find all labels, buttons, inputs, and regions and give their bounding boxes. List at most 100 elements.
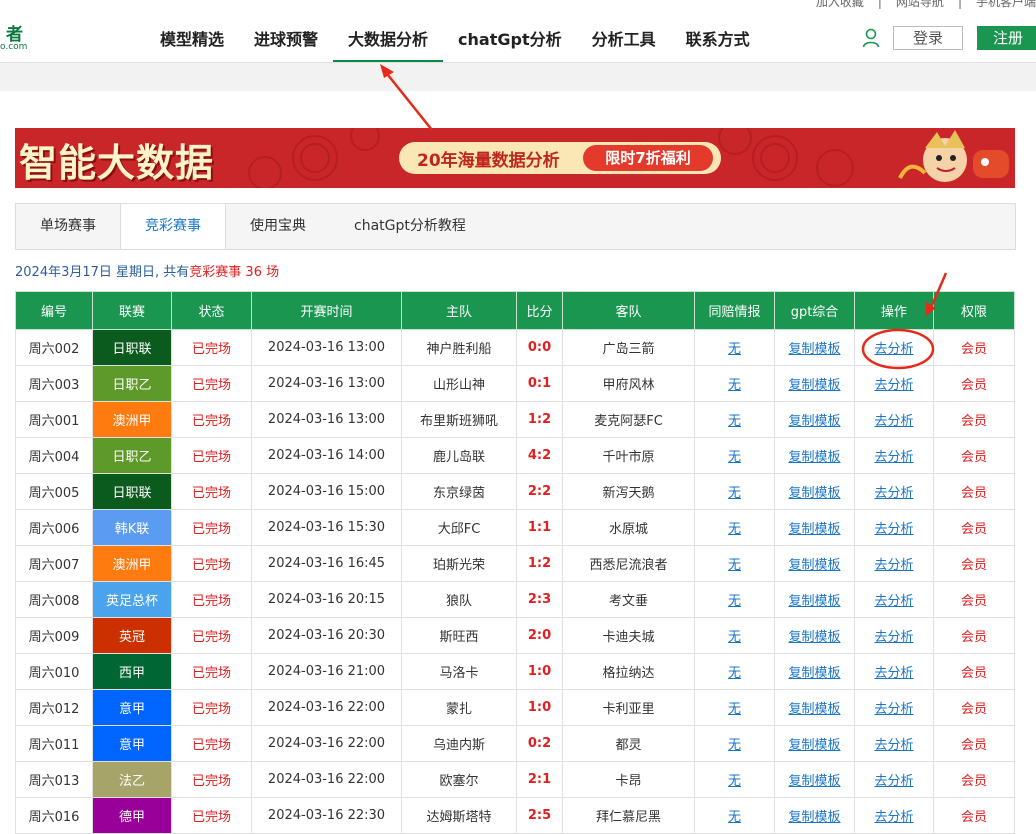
match-id: 周六011 (15, 725, 93, 762)
nav-item-4[interactable]: 分析工具 (577, 18, 671, 62)
analyze-link[interactable]: 去分析 (874, 810, 913, 825)
copy-template-link[interactable]: 复制模板 (788, 666, 840, 681)
top-link-mobile[interactable]: 手机客户端 (976, 0, 1036, 10)
analyze-link[interactable]: 去分析 (874, 342, 913, 357)
odds-link-cell: 无 (694, 761, 775, 798)
nav-item-1[interactable]: 进球预警 (239, 18, 333, 62)
site-logo[interactable]: 者 o.com (0, 20, 28, 52)
analyze-link[interactable]: 去分析 (874, 522, 913, 537)
table-row: 周六008 英足总杯 已完场 2024-03-16 20:15 狼队 2:3 考文垂 无 复制模… (15, 581, 1015, 618)
permission-cell: 会员 (933, 401, 1015, 438)
odds-link-cell: 无 (694, 617, 775, 654)
column-header: 客队 (562, 291, 695, 330)
analyze-link[interactable]: 去分析 (874, 558, 913, 573)
tab-1[interactable]: 竞彩赛事 (120, 204, 226, 249)
analyze-link[interactable]: 去分析 (874, 738, 913, 753)
analyze-link[interactable]: 去分析 (874, 450, 913, 465)
analyze-link[interactable]: 去分析 (874, 414, 913, 429)
table-row: 周六002 日职联 已完场 2024-03-16 13:00 神户胜利船 0:0 广岛三箭 无… (15, 329, 1015, 366)
odds-link[interactable]: 无 (728, 774, 741, 789)
odds-link-cell: 无 (694, 509, 775, 546)
register-button[interactable]: 注册 (977, 26, 1036, 50)
analyze-link[interactable]: 去分析 (874, 594, 913, 609)
league-cell: 意甲 (92, 689, 172, 726)
date-summary-text: 2024年3月17日 星期日, 共有 (15, 265, 190, 280)
odds-link[interactable]: 无 (728, 702, 741, 717)
copy-template-link-cell: 复制模板 (774, 365, 855, 402)
odds-link[interactable]: 无 (728, 450, 741, 465)
odds-link[interactable]: 无 (728, 378, 741, 393)
odds-link-cell: 无 (694, 473, 775, 510)
tab-3[interactable]: chatGpt分析教程 (330, 204, 490, 249)
odds-link-cell: 无 (694, 581, 775, 618)
table-row: 周六001 澳洲甲 已完场 2024-03-16 13:00 布里斯班狮吼 1:2 麦克阿瑟… (15, 401, 1015, 438)
analyze-link[interactable]: 去分析 (874, 702, 913, 717)
away-team: 新泻天鹅 (562, 473, 695, 510)
nav-item-3[interactable]: chatGpt分析 (443, 18, 577, 62)
copy-template-link[interactable]: 复制模板 (788, 378, 840, 393)
top-bar: 加入收藏 | 网站导航 | 手机客户端 者 o.com 模型精选 进球预警 大数据分… (0, 0, 1036, 63)
copy-template-link[interactable]: 复制模板 (788, 414, 840, 429)
copy-template-link[interactable]: 复制模板 (788, 486, 840, 501)
odds-link[interactable]: 无 (728, 558, 741, 573)
copy-template-link-cell: 复制模板 (774, 473, 855, 510)
odds-link-cell: 无 (694, 437, 775, 474)
date-summary-count: 竞彩赛事 36 场 (189, 265, 280, 280)
top-link-favorite[interactable]: 加入收藏 (816, 0, 864, 10)
analyze-link[interactable]: 去分析 (874, 774, 913, 789)
odds-link[interactable]: 无 (728, 810, 741, 825)
copy-template-link[interactable]: 复制模板 (788, 450, 840, 465)
nav-item-5[interactable]: 联系方式 (671, 18, 765, 62)
match-id: 周六003 (15, 365, 93, 402)
promo-banner[interactable]: 智能大数据 20年海量数据分析 限时7折福利 (15, 128, 1015, 188)
odds-link[interactable]: 无 (728, 594, 741, 609)
odds-link[interactable]: 无 (728, 342, 741, 357)
away-team: 西悉尼流浪者 (562, 545, 695, 582)
permission-cell: 会员 (933, 617, 1015, 654)
odds-link[interactable]: 无 (728, 522, 741, 537)
odds-link[interactable]: 无 (728, 666, 741, 681)
analyze-link-cell: 去分析 (854, 401, 934, 438)
home-team: 布里斯班狮吼 (401, 401, 517, 438)
odds-link[interactable]: 无 (728, 738, 741, 753)
tab-2[interactable]: 使用宝典 (226, 204, 330, 249)
permission-cell: 会员 (933, 761, 1015, 798)
status-cell: 已完场 (171, 761, 252, 798)
analyze-link-cell: 去分析 (854, 437, 934, 474)
logo-domain: o.com (0, 42, 28, 52)
copy-template-link-cell: 复制模板 (774, 653, 855, 690)
odds-link[interactable]: 无 (728, 414, 741, 429)
copy-template-link[interactable]: 复制模板 (788, 342, 840, 357)
login-button[interactable]: 登录 (893, 26, 963, 50)
analyze-link[interactable]: 去分析 (874, 630, 913, 645)
copy-template-link[interactable]: 复制模板 (788, 558, 840, 573)
banner-pill-offer: 限时7折福利 (583, 145, 713, 171)
nav-item-2[interactable]: 大数据分析 (333, 18, 444, 62)
match-id: 周六001 (15, 401, 93, 438)
tab-0[interactable]: 单场赛事 (16, 204, 120, 249)
permission-cell: 会员 (933, 725, 1015, 762)
analyze-link[interactable]: 去分析 (874, 486, 913, 501)
status-cell: 已完场 (171, 365, 252, 402)
analyze-link[interactable]: 去分析 (874, 666, 913, 681)
copy-template-link[interactable]: 复制模板 (788, 738, 840, 753)
copy-template-link[interactable]: 复制模板 (788, 630, 840, 645)
match-id: 周六005 (15, 473, 93, 510)
odds-link[interactable]: 无 (728, 486, 741, 501)
league-cell: 法乙 (92, 761, 172, 798)
league-cell: 西甲 (92, 653, 172, 690)
copy-template-link[interactable]: 复制模板 (788, 522, 840, 537)
user-icon[interactable] (862, 28, 880, 48)
odds-link[interactable]: 无 (728, 630, 741, 645)
copy-template-link[interactable]: 复制模板 (788, 774, 840, 789)
copy-template-link[interactable]: 复制模板 (788, 810, 840, 825)
nav-item-0[interactable]: 模型精选 (145, 18, 239, 62)
match-id: 周六004 (15, 437, 93, 474)
status-cell: 已完场 (171, 653, 252, 690)
league-cell: 韩K联 (92, 509, 172, 546)
copy-template-link[interactable]: 复制模板 (788, 594, 840, 609)
top-link-sitemap[interactable]: 网站导航 (896, 0, 944, 10)
copy-template-link-cell: 复制模板 (774, 401, 855, 438)
copy-template-link[interactable]: 复制模板 (788, 702, 840, 717)
analyze-link[interactable]: 去分析 (874, 378, 913, 393)
